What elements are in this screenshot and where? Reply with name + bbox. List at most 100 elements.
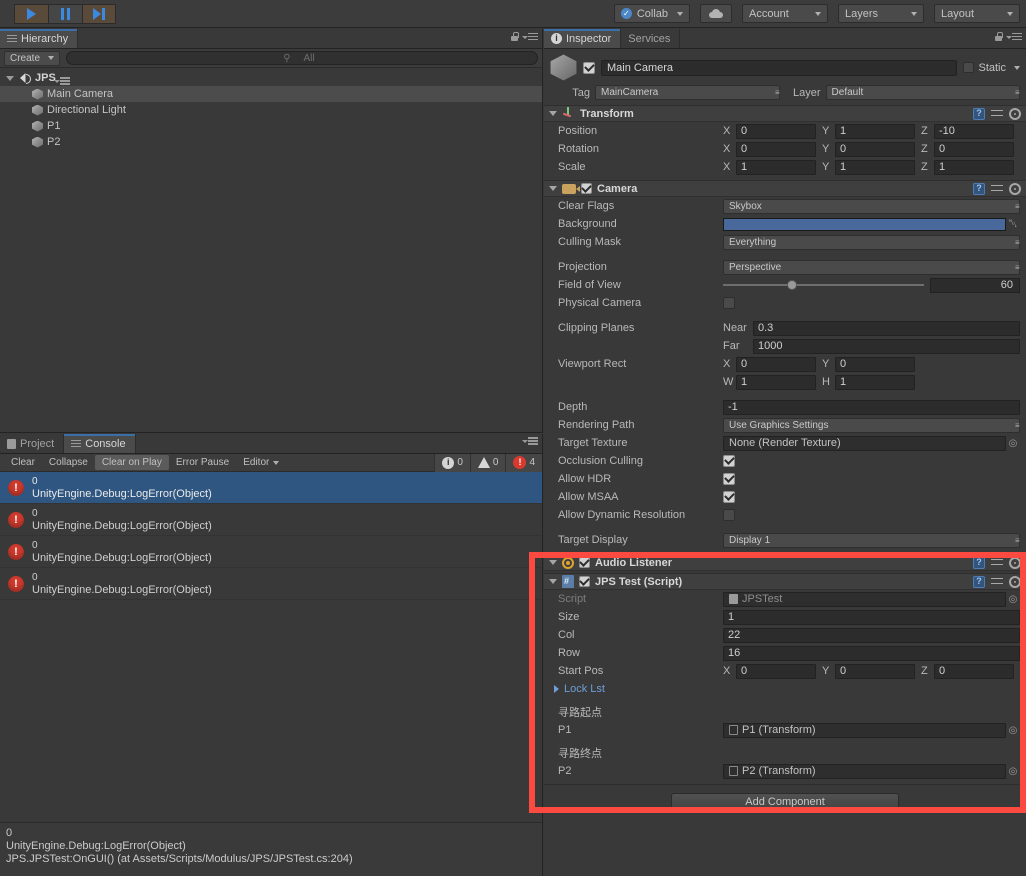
jps-test-component-header[interactable]: JPS Test (Script) ?: [544, 573, 1026, 590]
layout-button[interactable]: Layout: [934, 4, 1020, 23]
gameobject-enabled-checkbox[interactable]: [583, 61, 595, 74]
gear-icon[interactable]: [1009, 182, 1021, 195]
viewport-w-input[interactable]: 1: [736, 374, 816, 390]
position-z-input[interactable]: -10: [934, 123, 1014, 139]
camera-enabled-checkbox[interactable]: [581, 183, 592, 194]
scale-y-input[interactable]: 1: [835, 159, 915, 175]
rotation-z-input[interactable]: 0: [934, 141, 1014, 157]
hierarchy-item-p1[interactable]: P1: [0, 118, 542, 134]
layer-dropdown[interactable]: Default: [825, 85, 1020, 100]
target-display-dropdown[interactable]: Display 1: [723, 532, 1020, 548]
fov-slider[interactable]: [723, 280, 924, 290]
preset-icon[interactable]: [991, 557, 1003, 569]
position-y-input[interactable]: 1: [835, 123, 915, 139]
preset-icon[interactable]: [991, 183, 1003, 195]
static-toggle[interactable]: Static: [963, 62, 1020, 74]
collab-button[interactable]: ✓ Collab: [614, 4, 690, 23]
rotation-y-input[interactable]: 0: [835, 141, 915, 157]
info-counter[interactable]: i 0: [434, 453, 470, 472]
size-input[interactable]: 1: [723, 609, 1020, 625]
tab-services[interactable]: Services: [621, 29, 681, 48]
help-icon[interactable]: ?: [973, 556, 985, 569]
hierarchy-item-main-camera[interactable]: Main Camera: [0, 86, 542, 102]
hierarchy-scene-menu-icon[interactable]: [53, 77, 70, 85]
console-log-row[interactable]: ! 0 UnityEngine.Debug:LogError(Object): [0, 568, 542, 600]
tab-project[interactable]: Project: [0, 434, 65, 453]
panel-menu-icon[interactable]: [522, 437, 538, 445]
scale-z-input[interactable]: 1: [934, 159, 1014, 175]
col-input[interactable]: 22: [723, 627, 1020, 643]
panel-menu-icon[interactable]: [522, 32, 538, 41]
clear-on-play-toggle[interactable]: Clear on Play: [94, 455, 169, 470]
hierarchy-item-p2[interactable]: P2: [0, 134, 542, 150]
object-picker-icon[interactable]: ◎: [1006, 438, 1020, 449]
foldout-icon[interactable]: [549, 186, 557, 191]
object-picker-icon[interactable]: ◎: [1006, 766, 1020, 777]
create-button[interactable]: Create: [4, 50, 61, 66]
step-button[interactable]: [82, 3, 116, 24]
help-icon[interactable]: ?: [973, 575, 985, 588]
collapse-toggle[interactable]: Collapse: [42, 455, 95, 470]
p2-object-field[interactable]: P2 (Transform): [723, 763, 1006, 779]
row-input[interactable]: 16: [723, 645, 1020, 661]
audio-listener-component-header[interactable]: Audio Listener ?: [544, 554, 1026, 571]
console-log-row[interactable]: ! 0 UnityEngine.Debug:LogError(Object): [0, 536, 542, 568]
hierarchy-search-input[interactable]: ⚲ All: [66, 51, 538, 65]
lock-icon[interactable]: [995, 32, 1003, 41]
occlusion-culling-checkbox[interactable]: [723, 455, 735, 467]
preset-icon[interactable]: [991, 576, 1003, 588]
near-input[interactable]: 0.3: [753, 320, 1020, 336]
viewport-x-input[interactable]: 0: [736, 356, 816, 372]
jps-test-enabled-checkbox[interactable]: [579, 576, 590, 587]
position-x-input[interactable]: 0: [736, 123, 816, 139]
lock-icon[interactable]: [511, 32, 519, 41]
hierarchy-item-jps[interactable]: JPS: [0, 70, 542, 86]
camera-component-header[interactable]: Camera ?: [544, 180, 1026, 197]
start-pos-x-input[interactable]: 0: [736, 663, 816, 679]
static-checkbox[interactable]: [963, 62, 975, 73]
panel-menu-icon[interactable]: [1006, 32, 1022, 41]
target-texture-field[interactable]: None (Render Texture): [723, 435, 1006, 451]
console-log-list[interactable]: ! 0 UnityEngine.Debug:LogError(Object) !…: [0, 472, 542, 818]
chevron-down-icon[interactable]: [6, 75, 14, 81]
lock-lst-foldout[interactable]: Lock Lst: [544, 680, 1026, 698]
console-detail-pane[interactable]: 0 UnityEngine.Debug:LogError(Object) JPS…: [0, 822, 542, 876]
clear-button[interactable]: Clear: [4, 455, 42, 470]
tab-inspector[interactable]: i Inspector: [544, 29, 622, 48]
account-button[interactable]: Account: [742, 4, 828, 23]
object-picker-icon[interactable]: ◎: [1006, 725, 1020, 736]
gameobject-name-input[interactable]: Main Camera: [601, 59, 958, 76]
fov-slider-handle[interactable]: [787, 280, 798, 290]
foldout-icon[interactable]: [549, 111, 557, 116]
transform-component-header[interactable]: Transform ?: [544, 105, 1026, 122]
warning-counter[interactable]: 0: [469, 453, 506, 472]
start-pos-z-input[interactable]: 0: [934, 663, 1014, 679]
console-log-row[interactable]: ! 0 UnityEngine.Debug:LogError(Object): [0, 504, 542, 536]
chevron-down-icon[interactable]: [1014, 65, 1020, 70]
add-component-button[interactable]: Add Component: [671, 793, 899, 811]
tag-dropdown[interactable]: MainCamera: [595, 85, 780, 100]
pause-button[interactable]: [48, 3, 82, 24]
layers-button[interactable]: Layers: [838, 4, 924, 23]
viewport-h-input[interactable]: 1: [835, 374, 915, 390]
error-pause-toggle[interactable]: Error Pause: [169, 455, 236, 470]
eyedropper-icon[interactable]: ␀: [1006, 218, 1020, 231]
clear-flags-dropdown[interactable]: Skybox: [723, 198, 1020, 214]
preset-icon[interactable]: [991, 108, 1003, 120]
help-icon[interactable]: ?: [973, 107, 985, 120]
tab-console[interactable]: Console: [64, 434, 136, 453]
hierarchy-item-directional-light[interactable]: Directional Light: [0, 102, 542, 118]
gear-icon[interactable]: [1009, 107, 1021, 120]
scale-x-input[interactable]: 1: [736, 159, 816, 175]
culling-mask-dropdown[interactable]: Everything: [723, 234, 1020, 250]
allow-dynamic-resolution-checkbox[interactable]: [723, 509, 735, 521]
allow-msaa-checkbox[interactable]: [723, 491, 735, 503]
console-log-row[interactable]: ! 0 UnityEngine.Debug:LogError(Object): [0, 472, 542, 504]
tab-hierarchy[interactable]: Hierarchy: [0, 29, 79, 48]
rotation-x-input[interactable]: 0: [736, 141, 816, 157]
projection-dropdown[interactable]: Perspective: [723, 259, 1020, 275]
foldout-icon[interactable]: [549, 560, 557, 565]
foldout-icon[interactable]: [549, 579, 557, 584]
fov-input[interactable]: 60: [930, 277, 1020, 293]
p1-object-field[interactable]: P1 (Transform): [723, 722, 1006, 738]
